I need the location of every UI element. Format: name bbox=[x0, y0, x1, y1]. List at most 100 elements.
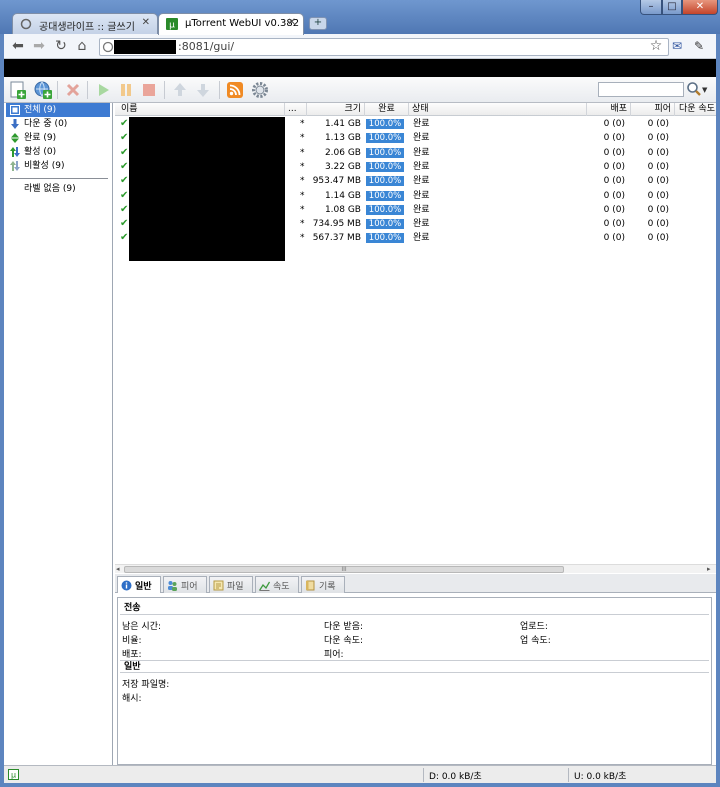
tab-general[interactable]: 일반 bbox=[117, 576, 161, 593]
files-icon bbox=[213, 580, 224, 591]
column-name[interactable]: 이름 bbox=[115, 103, 285, 116]
category-active[interactable]: 활성 (0) bbox=[6, 145, 110, 159]
tab-peers[interactable]: 피어 bbox=[163, 576, 207, 593]
stop-icon[interactable] bbox=[139, 80, 159, 100]
reload-icon[interactable]: ↻ bbox=[52, 37, 70, 55]
row-peers: 0 (0) bbox=[647, 219, 669, 230]
column-size[interactable]: 크기 bbox=[307, 103, 365, 116]
category-completed[interactable]: 완료 (9) bbox=[6, 131, 110, 145]
toolbar-divider bbox=[164, 81, 165, 99]
check-icon: ✔ bbox=[120, 146, 129, 158]
rss-icon[interactable] bbox=[225, 80, 245, 100]
add-torrent-icon[interactable] bbox=[8, 80, 28, 100]
row-size: 2.06 GB bbox=[324, 147, 361, 158]
new-tab-button[interactable]: + bbox=[309, 17, 327, 30]
utorrent-icon: µ bbox=[8, 769, 19, 780]
check-icon: ✔ bbox=[120, 175, 129, 187]
redacted-names bbox=[129, 117, 285, 261]
row-seeds: 0 (0) bbox=[603, 133, 625, 144]
torrent-list: 이름 ... 크기 완료 상태 배포 피어 다운 속도 ✔ * 1.41 GB 100… bbox=[115, 103, 716, 573]
field-hash: 해시: bbox=[122, 694, 142, 704]
tab-log[interactable]: 기록 bbox=[301, 576, 345, 593]
tab-label: 피어 bbox=[181, 582, 198, 592]
column-seeds[interactable]: 배포 bbox=[587, 103, 631, 116]
row-peers: 0 (0) bbox=[647, 161, 669, 172]
section-transfer: 전송 bbox=[120, 602, 709, 615]
search-input[interactable] bbox=[598, 82, 684, 97]
scroll-right-icon[interactable]: ▸ bbox=[707, 565, 711, 573]
row-star: * bbox=[300, 176, 305, 187]
row-size: 1.41 GB bbox=[324, 119, 361, 129]
column-peers[interactable]: 피어 bbox=[631, 103, 675, 116]
chevron-down-icon[interactable]: ▼ bbox=[702, 86, 707, 94]
field-ratio: 비율: bbox=[122, 636, 142, 646]
field-peers: 피어: bbox=[324, 650, 344, 660]
column-done[interactable]: 완료 bbox=[365, 103, 409, 116]
move-up-icon[interactable] bbox=[170, 80, 190, 100]
row-status: 완료 bbox=[413, 190, 430, 201]
row-peers: 0 (0) bbox=[647, 204, 669, 215]
category-downloading[interactable]: 다운 중 (0) bbox=[6, 117, 110, 131]
tab-label: 기록 bbox=[319, 582, 336, 592]
column-down-speed[interactable]: 다운 속도 bbox=[675, 103, 716, 116]
tab-files[interactable]: 파일 bbox=[209, 576, 253, 593]
close-window-button[interactable]: ✕ bbox=[682, 0, 718, 15]
pause-icon[interactable] bbox=[116, 80, 136, 100]
forward-icon[interactable]: ➡ bbox=[30, 37, 48, 55]
category-sidebar: 전체 (9) 다운 중 (0) 완료 (9) 활성 (0) 비활성 (9) 라벨… bbox=[4, 103, 113, 771]
search-icon[interactable] bbox=[686, 81, 702, 97]
tab-blog[interactable]: 공대생라이프 :: 글쓰기 ✕ bbox=[12, 13, 158, 35]
start-icon[interactable] bbox=[93, 80, 113, 100]
scroll-thumb[interactable]: III bbox=[124, 566, 564, 573]
row-progress: 100.0% bbox=[366, 204, 404, 215]
column-more[interactable]: ... bbox=[285, 103, 307, 116]
tab-speed[interactable]: 속도 bbox=[255, 576, 299, 593]
status-divider bbox=[568, 768, 569, 782]
speed-chart-icon bbox=[259, 581, 270, 591]
inactive-icon bbox=[10, 161, 20, 171]
check-icon: ✔ bbox=[120, 118, 129, 129]
scroll-left-icon[interactable]: ◂ bbox=[116, 565, 120, 573]
field-downloaded: 다운 받음: bbox=[324, 622, 364, 632]
move-down-icon[interactable] bbox=[193, 80, 213, 100]
row-star: * bbox=[300, 119, 305, 129]
row-seeds: 0 (0) bbox=[603, 219, 625, 230]
tab-utorrent[interactable]: µ µTorrent WebUI v0.382 ✕ bbox=[158, 13, 304, 35]
address-bar[interactable]: :8081/gui/ bbox=[99, 38, 669, 56]
category-all[interactable]: 전체 (9) bbox=[6, 103, 110, 117]
row-progress: 100.0% bbox=[366, 233, 404, 244]
row-progress: 100.0% bbox=[366, 161, 404, 172]
row-status: 완료 bbox=[413, 133, 430, 144]
back-icon[interactable]: ⬅ bbox=[9, 37, 27, 55]
utorrent-icon: µ bbox=[166, 18, 178, 30]
check-icon: ✔ bbox=[120, 203, 129, 215]
row-seeds: 0 (0) bbox=[603, 204, 625, 215]
row-size: 3.22 GB bbox=[324, 161, 361, 172]
row-star: * bbox=[300, 233, 305, 244]
log-icon bbox=[306, 580, 315, 591]
info-icon bbox=[121, 580, 132, 591]
settings-gear-icon[interactable] bbox=[250, 80, 270, 100]
sidebar-divider bbox=[10, 178, 108, 179]
remove-icon[interactable] bbox=[63, 80, 83, 100]
detail-tabs: 일반 피어 파일 속도 기록 bbox=[115, 574, 716, 593]
close-icon[interactable]: ✕ bbox=[288, 17, 296, 28]
home-icon[interactable]: ⌂ bbox=[73, 37, 91, 55]
mail-icon[interactable]: ✉ bbox=[668, 37, 686, 55]
category-inactive[interactable]: 비활성 (9) bbox=[6, 159, 110, 173]
svg-text:µ: µ bbox=[169, 21, 175, 31]
close-icon[interactable]: ✕ bbox=[142, 17, 150, 28]
tab-label: 파일 bbox=[227, 582, 244, 592]
page-icon bbox=[102, 41, 114, 53]
wrench-icon[interactable]: ✎ bbox=[690, 37, 708, 55]
row-status: 완료 bbox=[413, 204, 430, 215]
field-seeds: 배포: bbox=[122, 650, 142, 660]
star-icon[interactable]: ☆ bbox=[647, 37, 665, 55]
label-none[interactable]: 라벨 없음 (9) bbox=[6, 182, 110, 196]
horizontal-scrollbar[interactable]: ◂ III ▸ bbox=[115, 564, 716, 573]
tab-label: 일반 bbox=[135, 582, 152, 592]
minimize-button[interactable]: – bbox=[640, 0, 662, 15]
column-status[interactable]: 상태 bbox=[409, 103, 587, 116]
add-url-icon[interactable] bbox=[33, 80, 53, 100]
maximize-button[interactable]: □ bbox=[662, 0, 682, 15]
